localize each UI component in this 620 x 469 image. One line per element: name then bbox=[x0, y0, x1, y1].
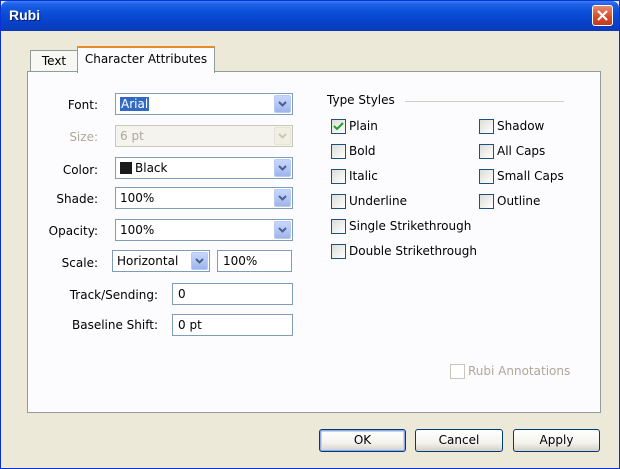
size-dropdown-arrow bbox=[274, 127, 291, 145]
shade-value: 100% bbox=[120, 191, 155, 205]
color-label: Color: bbox=[62, 163, 98, 177]
cancel-button-label: Cancel bbox=[438, 433, 480, 447]
track-label: Track/Sending: bbox=[69, 288, 158, 302]
checkbox-rubi-annotations-label: Rubi Annotations bbox=[468, 364, 571, 378]
chevron-down-icon bbox=[278, 227, 287, 233]
scale-value: 100% bbox=[223, 254, 258, 268]
checkbox-single-strikethrough-label: Single Strikethrough bbox=[349, 219, 472, 233]
checkbox-outline-label: Outline bbox=[497, 194, 541, 208]
checkbox-plain-label: Plain bbox=[349, 119, 378, 133]
ok-button[interactable]: OK bbox=[319, 429, 406, 452]
checkbox-single-strikethrough-box[interactable] bbox=[331, 219, 346, 234]
font-dropdown-arrow[interactable] bbox=[274, 95, 291, 113]
font-label: Font: bbox=[67, 98, 98, 112]
opacity-value: 100% bbox=[120, 223, 155, 237]
ok-button-label: OK bbox=[353, 433, 372, 447]
scale-label: Scale: bbox=[61, 256, 98, 270]
track-input[interactable]: 0 bbox=[172, 283, 293, 305]
baseline-shift-value: 0 pt bbox=[178, 318, 202, 332]
color-value: Black bbox=[135, 161, 168, 175]
chevron-down-icon bbox=[278, 165, 287, 171]
chevron-down-icon bbox=[195, 258, 204, 264]
size-dropdown: 6 pt bbox=[115, 125, 293, 147]
close-icon bbox=[597, 10, 608, 21]
checkbox-underline-label: Underline bbox=[349, 194, 407, 208]
checkbox-shadow-label: Shadow bbox=[497, 119, 545, 133]
checkbox-italic-label: Italic bbox=[349, 169, 378, 183]
checkbox-bold-label: Bold bbox=[349, 144, 376, 158]
size-value: 6 pt bbox=[120, 129, 144, 143]
checkbox-all-caps-box[interactable] bbox=[479, 144, 494, 159]
title-bar: Rubi bbox=[1, 1, 619, 31]
type-styles-divider bbox=[405, 101, 564, 102]
chevron-down-icon bbox=[278, 195, 287, 201]
color-dropdown[interactable]: Black bbox=[115, 157, 293, 179]
color-dropdown-arrow[interactable] bbox=[274, 159, 291, 177]
checkbox-shadow-box[interactable] bbox=[479, 119, 494, 134]
opacity-dropdown[interactable]: 100% bbox=[115, 219, 293, 241]
chevron-down-icon bbox=[278, 133, 287, 139]
opacity-label: Opacity: bbox=[48, 224, 98, 238]
shade-dropdown[interactable]: 100% bbox=[115, 187, 293, 209]
apply-button-label: Apply bbox=[539, 433, 574, 447]
checkbox-double-strikethrough-label: Double Strikethrough bbox=[349, 244, 477, 258]
shade-label: Shade: bbox=[56, 192, 98, 206]
tab-character-attributes-label: Character Attributes bbox=[84, 52, 208, 66]
checkbox-small-caps-label: Small Caps bbox=[497, 169, 564, 183]
chevron-down-icon bbox=[278, 101, 287, 107]
close-button[interactable] bbox=[592, 5, 613, 26]
type-styles-heading: Type Styles bbox=[327, 93, 395, 107]
track-value: 0 bbox=[178, 287, 186, 301]
checkbox-underline-box[interactable] bbox=[331, 194, 346, 209]
tab-text[interactable]: Text bbox=[30, 50, 78, 71]
checkbox-all-caps-label: All Caps bbox=[497, 144, 546, 158]
scale-input[interactable]: 100% bbox=[217, 250, 292, 272]
checkbox-italic-box[interactable] bbox=[331, 169, 346, 184]
checkbox-small-caps-box[interactable] bbox=[479, 169, 494, 184]
font-value: Arial bbox=[120, 97, 150, 111]
checkbox-plain-box[interactable] bbox=[331, 119, 346, 134]
checkmark-icon bbox=[333, 122, 344, 131]
scale-direction-dropdown-arrow[interactable] bbox=[191, 252, 208, 270]
baseline-shift-label: Baseline Shift: bbox=[71, 318, 158, 332]
checkbox-rubi-annotations-box bbox=[450, 364, 465, 379]
tab-character-attributes[interactable]: Character Attributes bbox=[77, 46, 215, 73]
checkbox-double-strikethrough-box[interactable] bbox=[331, 244, 346, 259]
cancel-button[interactable]: Cancel bbox=[415, 429, 503, 452]
checkbox-outline-box[interactable] bbox=[479, 194, 494, 209]
window-title: Rubi bbox=[9, 7, 41, 23]
tab-text-label: Text bbox=[41, 54, 67, 68]
font-dropdown[interactable]: Arial bbox=[115, 93, 293, 115]
baseline-shift-input[interactable]: 0 pt bbox=[172, 314, 293, 336]
opacity-dropdown-arrow[interactable] bbox=[274, 221, 291, 239]
scale-direction-value: Horizontal bbox=[117, 254, 179, 268]
checkbox-bold-box[interactable] bbox=[331, 144, 346, 159]
color-swatch bbox=[120, 162, 132, 174]
size-label: Size: bbox=[69, 130, 98, 144]
shade-dropdown-arrow[interactable] bbox=[274, 189, 291, 207]
scale-direction-dropdown[interactable]: Horizontal bbox=[112, 250, 210, 272]
apply-button[interactable]: Apply bbox=[513, 429, 600, 452]
